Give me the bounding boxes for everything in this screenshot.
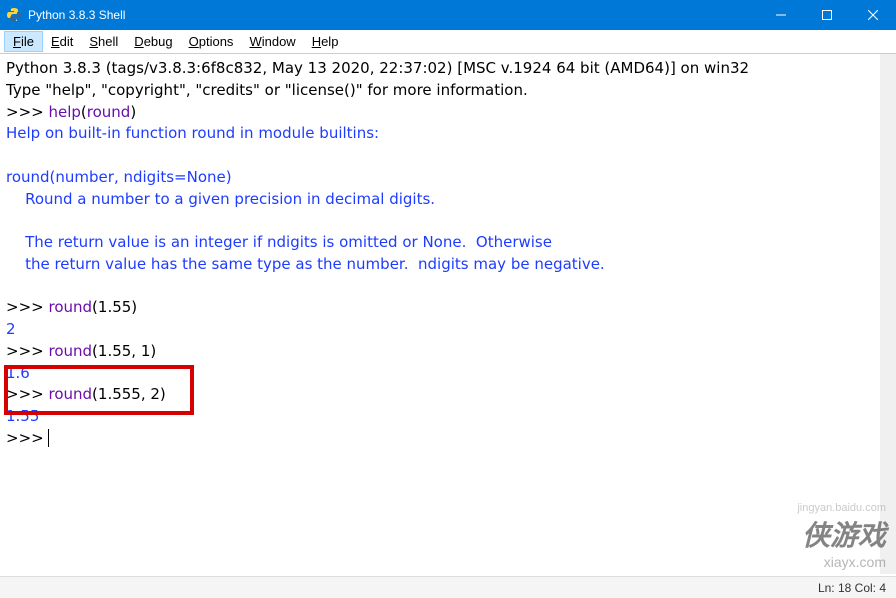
menu-options[interactable]: Options xyxy=(181,32,242,51)
input-line: >>> round(1.55) xyxy=(6,297,874,319)
doc-line: Help on built-in function round in modul… xyxy=(6,123,874,145)
menu-file[interactable]: File xyxy=(4,31,43,52)
python-icon xyxy=(6,7,22,23)
cursor-position: Ln: 18 Col: 4 xyxy=(818,581,886,595)
menubar: File Edit Shell Debug Options Window Hel… xyxy=(0,30,896,54)
doc-line: The return value is an integer if ndigit… xyxy=(6,232,874,254)
result-line: 2 xyxy=(6,319,874,341)
shell-output[interactable]: Python 3.8.3 (tags/v3.8.3:6f8c832, May 1… xyxy=(0,54,896,574)
menu-shell[interactable]: Shell xyxy=(81,32,126,51)
text-cursor xyxy=(48,429,49,447)
window-controls xyxy=(758,0,896,30)
menu-help[interactable]: Help xyxy=(304,32,347,51)
prompt-line: >>> xyxy=(6,428,874,450)
input-line: >>> round(1.555, 2) xyxy=(6,384,874,406)
banner-line: Type "help", "copyright", "credits" or "… xyxy=(6,80,874,102)
titlebar: Python 3.8.3 Shell xyxy=(0,0,896,30)
result-line: 1.55 xyxy=(6,406,874,428)
maximize-button[interactable] xyxy=(804,0,850,30)
doc-line: the return value has the same type as th… xyxy=(6,254,874,276)
doc-line: Round a number to a given precision in d… xyxy=(6,189,874,211)
menu-debug[interactable]: Debug xyxy=(126,32,180,51)
menu-window[interactable]: Window xyxy=(241,32,303,51)
doc-line: round(number, ndigits=None) xyxy=(6,167,874,189)
result-line: 1.6 xyxy=(6,363,874,385)
window-title: Python 3.8.3 Shell xyxy=(28,8,758,22)
statusbar: Ln: 18 Col: 4 xyxy=(0,576,896,598)
input-line: >>> round(1.55, 1) xyxy=(6,341,874,363)
banner-line: Python 3.8.3 (tags/v3.8.3:6f8c832, May 1… xyxy=(6,58,874,80)
close-button[interactable] xyxy=(850,0,896,30)
menu-edit[interactable]: Edit xyxy=(43,32,81,51)
minimize-button[interactable] xyxy=(758,0,804,30)
input-line: >>> help(round) xyxy=(6,102,874,124)
